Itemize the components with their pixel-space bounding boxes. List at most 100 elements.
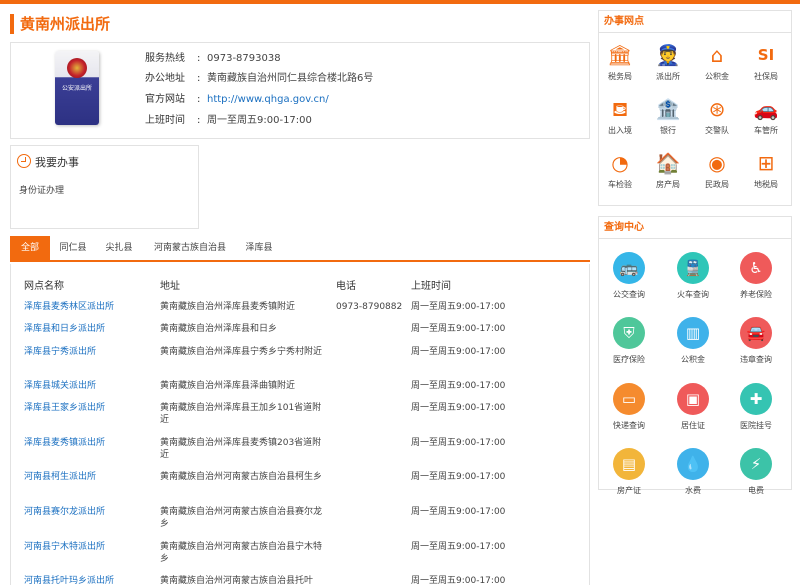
query-housing-fund[interactable]: ▥ 公积金 (663, 317, 723, 365)
service-point-bank[interactable]: 🏦 银行 (640, 96, 696, 136)
check-circle-icon (17, 154, 31, 168)
row-name[interactable]: 泽库县王家乡派出所 (24, 402, 144, 414)
badge-caption: 公安派出所 (61, 85, 92, 92)
query-train[interactable]: 🚆 火车查询 (663, 252, 723, 300)
service-point-police[interactable]: 👮 派出所 (640, 42, 696, 82)
row-time: 周一至周五9:00-17:00 (411, 403, 506, 413)
service-points-heading: 办事网点 (599, 11, 791, 33)
query-property-cert[interactable]: ▤ 房产证 (599, 448, 659, 496)
query-violation[interactable]: 🚘 违章查询 (726, 317, 786, 365)
row-time: 周一至周五9:00-17:00 (411, 438, 506, 448)
row-name[interactable]: 泽库县宁秀派出所 (24, 346, 144, 358)
medical-shield-icon: ⛨ (613, 317, 645, 349)
row-address: 黄南藏族自治州河南蒙古族自治县赛尔龙乡 (160, 507, 323, 529)
row-time: 周一至周五9:00-17:00 (411, 381, 506, 391)
service-heading: 我要办事 (17, 154, 79, 170)
service-point-local-tax[interactable]: ⊞ 地税局 (738, 150, 794, 190)
express-icon: ▭ (613, 383, 645, 415)
row-address: 黄南藏族自治州泽库县麦秀镇203省道附近 (160, 438, 322, 460)
tab-zeku[interactable]: 泽库县 (238, 236, 280, 260)
row-time: 周一至周五9:00-17:00 (411, 302, 506, 312)
row-address: 黄南藏族自治州泽库县麦秀镇附近 (160, 302, 296, 312)
police-station-badge-image: 公安派出所 (55, 51, 99, 125)
tab-henan[interactable]: 河南蒙古族自治县 (144, 236, 236, 260)
query-express[interactable]: ▭ 快递查询 (599, 383, 659, 431)
row-phone: 0973-8790882 (336, 302, 403, 312)
query-residence-permit[interactable]: ▣ 居住证 (663, 383, 723, 431)
car-icon: 🚗 (753, 97, 779, 121)
top-accent-bar (0, 0, 800, 4)
row-time: 周一至周五9:00-17:00 (411, 576, 506, 585)
header-name: 网点名称 (24, 281, 64, 292)
query-medical-insurance[interactable]: ⛨ 医疗保险 (599, 317, 659, 365)
car-violation-icon: 🚘 (740, 317, 772, 349)
row-name[interactable]: 泽库县和日乡派出所 (24, 323, 144, 335)
tab-tongren[interactable]: 同仁县 (52, 236, 94, 260)
row-address: 黄南藏族自治州河南蒙古族自治县托叶 (160, 576, 314, 585)
row-address: 黄南藏族自治州泽库县泽曲镇附近 (160, 381, 296, 391)
page-title: 黄南州派出所 (10, 14, 110, 34)
website-link[interactable]: http://www.qhga.gov.cn/ (207, 94, 329, 105)
bank-building-icon: 🏦 (655, 97, 681, 121)
info-row-hotline: 服务热线:0973-8793038 (145, 53, 281, 64)
row-name[interactable]: 河南县宁木特派出所 (24, 541, 144, 553)
row-name[interactable]: 河南县赛尔龙派出所 (24, 506, 144, 518)
gauge-icon: ◔ (611, 151, 629, 175)
row-address: 黄南藏族自治州泽库县王加乡101省道附近 (160, 403, 322, 425)
service-point-traffic-police[interactable]: ⊛ 交警队 (689, 96, 745, 136)
service-panel: 我要办事 身份证办理 (10, 145, 199, 229)
row-name[interactable]: 泽库县城关派出所 (24, 380, 144, 392)
row-name[interactable]: 泽库县麦秀林区派出所 (24, 301, 144, 313)
address-value: 黄南藏族自治州同仁县综合楼北路6号 (207, 73, 374, 84)
service-point-vehicle-admin[interactable]: 🚗 车管所 (738, 96, 794, 136)
row-name[interactable]: 泽库县麦秀镇派出所 (24, 437, 144, 449)
info-row-address: 办公地址: 黄南藏族自治州同仁县综合楼北路6号 (145, 73, 374, 84)
query-bus[interactable]: 🚌 公交查询 (599, 252, 659, 300)
home-icon: 🏠 (655, 151, 681, 175)
hospital-icon: ✚ (740, 383, 772, 415)
service-item-id-card[interactable]: 身份证办理 (19, 183, 64, 196)
police-icon: 👮 (655, 43, 681, 67)
service-point-housing-fund[interactable]: ⌂ 公积金 (689, 42, 745, 82)
tab-jianzha[interactable]: 尖扎县 (98, 236, 140, 260)
id-card-icon: ▣ (677, 383, 709, 415)
row-time: 周一至周五9:00-17:00 (411, 507, 506, 517)
query-hospital[interactable]: ✚ 医院挂号 (726, 383, 786, 431)
header-phone: 电话 (336, 281, 356, 292)
row-name[interactable]: 河南县托叶玛乡派出所 (24, 575, 144, 585)
immigration-icon: ⛾ (611, 97, 629, 121)
bank-icon: 🏛 (607, 43, 633, 67)
tab-all[interactable]: 全部 (10, 236, 50, 260)
elderly-icon: ♿ (740, 252, 772, 284)
service-point-real-estate[interactable]: 🏠 房产局 (640, 150, 696, 190)
steering-wheel-icon: ⊛ (708, 97, 726, 121)
info-row-hours: 上班时间: 周一至周五9:00-17:00 (145, 115, 312, 126)
house-fund-icon: ⌂ (710, 43, 724, 67)
civil-affairs-icon: ◉ (708, 151, 726, 175)
row-address: 黄南藏族自治州泽库县和日乡 (160, 324, 278, 334)
row-time: 周一至周五9:00-17:00 (411, 472, 506, 482)
row-time: 周一至周五9:00-17:00 (411, 324, 506, 334)
social-security-icon: SI (757, 46, 775, 64)
row-address: 黄南藏族自治州河南蒙古族自治县宁木特乡 (160, 542, 323, 564)
tax-office-icon: ⊞ (757, 151, 775, 175)
row-time: 周一至周五9:00-17:00 (411, 347, 506, 357)
service-point-social-security[interactable]: SI 社保局 (738, 42, 794, 82)
row-name[interactable]: 河南县柯生派出所 (24, 471, 144, 483)
query-pension[interactable]: ♿ 养老保险 (726, 252, 786, 300)
hotline-value: 0973-8793038 (207, 53, 281, 64)
county-tabs: 全部 同仁县 尖扎县 河南蒙古族自治县 泽库县 (10, 236, 590, 262)
chart-icon: ▥ (677, 317, 709, 349)
header-address: 地址 (160, 281, 180, 292)
service-point-civil-affairs[interactable]: ◉ 民政局 (689, 150, 745, 190)
row-time: 周一至周五9:00-17:00 (411, 542, 506, 552)
train-icon: 🚆 (677, 252, 709, 284)
row-address: 黄南藏族自治州河南蒙古族自治县柯生乡 (160, 472, 323, 482)
bus-icon: 🚌 (613, 252, 645, 284)
query-electricity-bill[interactable]: ⚡ 电费 (726, 448, 786, 496)
police-emblem-icon (67, 58, 87, 78)
electricity-icon: ⚡ (740, 448, 772, 480)
query-center-heading: 查询中心 (599, 217, 791, 239)
hours-value: 周一至周五9:00-17:00 (207, 115, 312, 126)
query-water-bill[interactable]: 💧 水费 (663, 448, 723, 496)
